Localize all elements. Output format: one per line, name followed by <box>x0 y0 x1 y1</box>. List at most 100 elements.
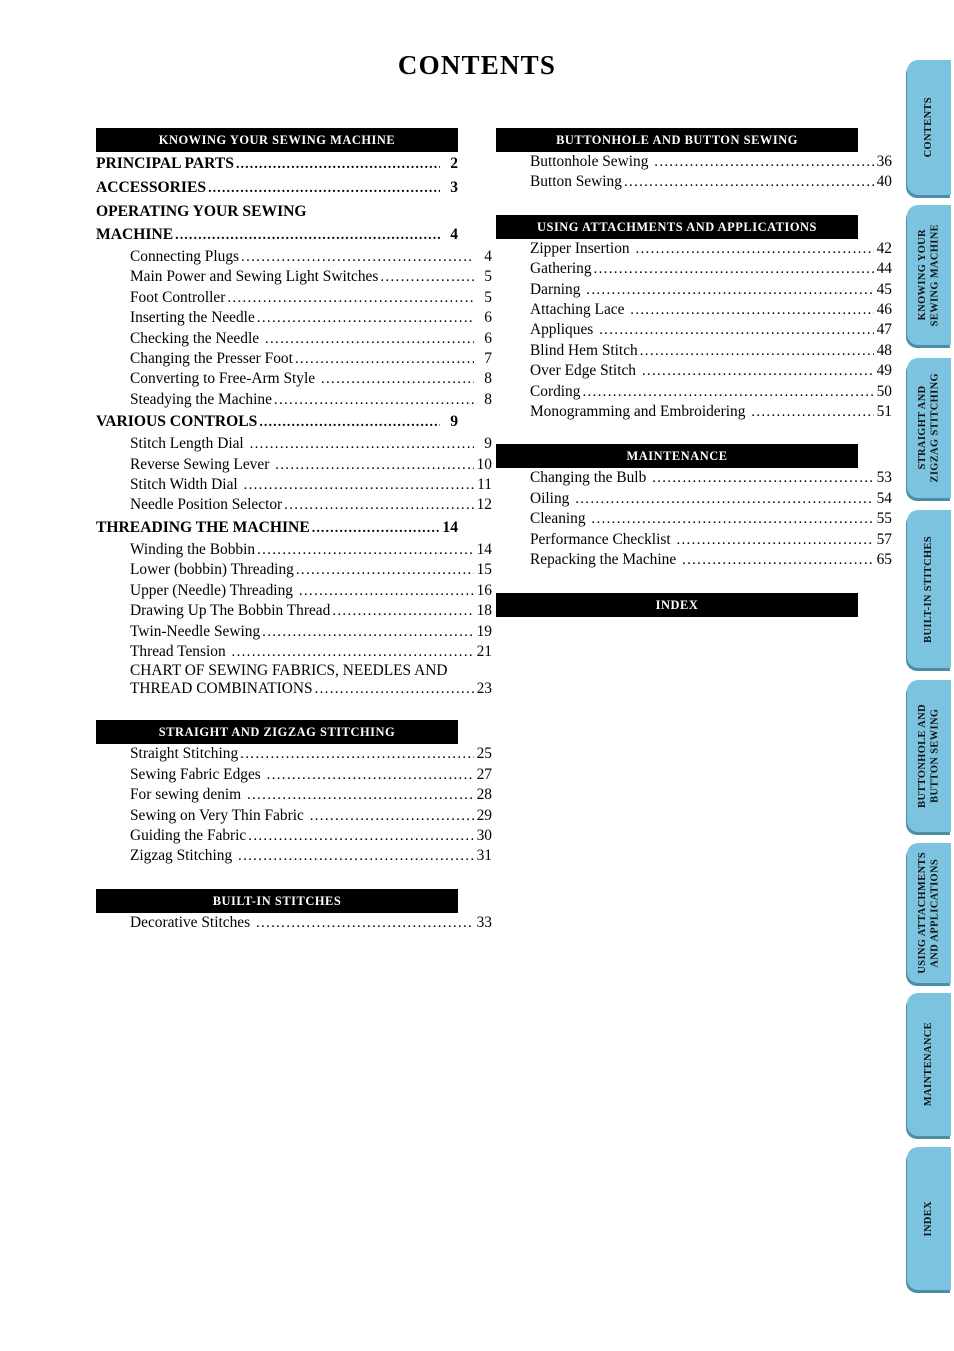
toc-entry-title: Darning <box>530 280 585 298</box>
toc-entry-title: THREADING THE MACHINE <box>96 518 310 536</box>
section-tab[interactable]: BUTTONHOLE AND BUTTON SEWING <box>907 680 951 832</box>
toc-entry[interactable]: Main Power and Sewing Light Switches....… <box>96 267 492 287</box>
leader-dots: ........................................… <box>676 531 874 548</box>
toc-entry-page-number: 4 <box>484 248 492 265</box>
toc-entry[interactable]: MACHINE.................................… <box>96 223 458 247</box>
leader-dots: ........................................… <box>240 746 474 763</box>
toc-entry[interactable]: Cleaning ...............................… <box>496 509 892 529</box>
toc-entry[interactable]: Zipper Insertion .......................… <box>496 239 892 259</box>
toc-entry[interactable]: Connecting Plugs........................… <box>96 247 492 267</box>
toc-entry[interactable]: Upper (Needle) Threading ...............… <box>96 581 492 601</box>
toc-entry-list: Straight Stitching......................… <box>96 744 492 866</box>
toc-entry[interactable]: For sewing denim .......................… <box>96 785 492 805</box>
toc-entry[interactable]: Button Sewing...........................… <box>496 172 892 192</box>
toc-entry-title: Checking the Needle <box>130 329 263 347</box>
leader-dots: ........................................… <box>175 228 440 243</box>
toc-entry-title: Appliques <box>530 321 598 339</box>
section-tab[interactable]: BUILT-IN STITCHES <box>907 510 951 668</box>
toc-entry[interactable]: Foot Controller.........................… <box>96 288 492 308</box>
toc-entry-title: Main Power and Sewing Light Switches <box>130 268 379 286</box>
leader-dots: ........................................… <box>273 391 474 408</box>
section-header-bar: BUILT-IN STITCHES <box>96 888 458 913</box>
toc-entry[interactable]: Performance Checklist ..................… <box>496 530 892 550</box>
toc-entry-title: Blind Hem Stitch <box>530 341 638 359</box>
toc-entry[interactable]: Over Edge Stitch .......................… <box>496 361 892 381</box>
section-tab[interactable]: CONTENTS <box>907 60 951 195</box>
toc-entry[interactable]: Winding the Bobbin......................… <box>96 540 492 560</box>
leader-dots: ........................................… <box>380 269 474 286</box>
toc-entry[interactable]: Sewing Fabric Edges ....................… <box>96 765 492 785</box>
toc-entry[interactable]: Appliques ..............................… <box>496 320 892 340</box>
leader-dots: ........................................… <box>241 249 474 265</box>
toc-entry[interactable]: Needle Position Selector................… <box>96 495 492 515</box>
toc-entry[interactable]: Guiding the Fabric......................… <box>96 826 492 846</box>
toc-entry[interactable]: Changing the Presser Foot...............… <box>96 349 492 369</box>
toc-entry[interactable]: Converting to Free-Arm Style ...........… <box>96 369 492 389</box>
toc-entry[interactable]: Thread Tension .........................… <box>96 642 492 662</box>
toc-entry[interactable]: Oiling .................................… <box>496 489 892 509</box>
toc-entry-title: Stitch Width Dial <box>130 476 242 494</box>
toc-entry[interactable]: ACCESSORIES.............................… <box>96 176 458 200</box>
toc-entry-page-number: 28 <box>476 786 492 804</box>
toc-entry[interactable]: Zigzag Stitching .......................… <box>96 846 492 866</box>
toc-entry[interactable]: Reverse Sewing Lever ...................… <box>96 455 492 475</box>
toc-entry-page-number: 14 <box>476 540 492 558</box>
toc-entry[interactable]: Decorative Stitches ....................… <box>96 913 492 933</box>
leader-dots: ........................................… <box>332 603 474 620</box>
toc-entry[interactable]: Gathering...............................… <box>496 259 892 279</box>
leader-dots: ........................................… <box>623 174 874 191</box>
toc-entry-list: Zipper Insertion .......................… <box>496 239 892 423</box>
toc-entry[interactable]: Blind Hem Stitch........................… <box>496 341 892 361</box>
toc-entry[interactable]: Darning ................................… <box>496 280 892 300</box>
toc-entry-page-number: 9 <box>450 413 458 431</box>
toc-entry-title: Converting to Free-Arm Style <box>130 370 319 388</box>
toc-entry[interactable]: THREADING THE MACHINE...................… <box>96 516 458 540</box>
toc-entry[interactable]: CHART OF SEWING FABRICS, NEEDLES AND....… <box>96 662 492 680</box>
leader-dots: ........................................… <box>309 807 474 824</box>
section-tab[interactable]: STRAIGHT AND ZIGZAG STITCHING <box>907 358 951 498</box>
toc-entry-title: Button Sewing <box>530 173 622 191</box>
toc-entry[interactable]: Stitch Width Dial ......................… <box>96 475 492 495</box>
toc-entry[interactable]: Changing the Bulb ......................… <box>496 468 892 488</box>
toc-entry-title: Reverse Sewing Lever <box>130 455 274 473</box>
toc-entry[interactable]: Steadying the Machine...................… <box>96 390 492 410</box>
toc-entry[interactable]: Sewing on Very Thin Fabric .............… <box>96 806 492 826</box>
section-header-bar: INDEX <box>496 592 858 617</box>
toc-entry[interactable]: Stitch Length Dial .....................… <box>96 434 492 454</box>
toc-entry-list: PRINCIPAL PARTS.........................… <box>96 152 492 698</box>
section-tab[interactable]: MAINTENANCE <box>907 993 951 1136</box>
toc-entry[interactable]: Twin-Needle Sewing......................… <box>96 622 492 642</box>
toc-entry-title: Zipper Insertion <box>530 239 634 257</box>
toc-entry[interactable]: Inserting the Needle....................… <box>96 308 492 328</box>
toc-entry[interactable]: Lower (bobbin) Threading................… <box>96 560 492 580</box>
leader-dots: ........................................… <box>630 302 874 319</box>
toc-entry[interactable]: Buttonhole Sewing ......................… <box>496 152 892 172</box>
toc-entry-title: VARIOUS CONTROLS <box>96 413 258 431</box>
toc-entry[interactable]: Drawing Up The Bobbin Thread............… <box>96 601 492 621</box>
toc-entry[interactable]: Repacking the Machine ..................… <box>496 550 892 570</box>
toc-entry[interactable]: VARIOUS CONTROLS........................… <box>96 410 458 434</box>
leader-dots: ........................................… <box>247 787 474 804</box>
toc-entry[interactable]: Monogramming and Embroidering ..........… <box>496 402 892 422</box>
leader-dots: ........................................… <box>599 322 874 339</box>
toc-entry[interactable]: Checking the Needle ....................… <box>96 329 492 349</box>
toc-entry[interactable]: PRINCIPAL PARTS.........................… <box>96 152 458 176</box>
toc-entry-page-number: 14 <box>442 518 458 536</box>
section-tab[interactable]: USING ATTACHMENTS AND APPLICATIONS <box>907 843 951 983</box>
toc-entry-page-number: 29 <box>476 806 492 824</box>
section-tab[interactable]: KNOWING YOUR SEWING MACHINE <box>907 205 951 345</box>
toc-entry[interactable]: Attaching Lace .........................… <box>496 300 892 320</box>
toc-entry[interactable]: Cording.................................… <box>496 382 892 402</box>
toc-entry[interactable]: THREAD COMBINATIONS.....................… <box>96 680 492 699</box>
toc-entry[interactable]: OPERATING YOUR SEWING...................… <box>96 200 458 223</box>
section-tab[interactable]: INDEX <box>907 1147 951 1290</box>
toc-entry-page-number: 44 <box>876 260 892 278</box>
toc-entry-page-number: 49 <box>876 362 892 380</box>
toc-entry-title: Sewing Fabric Edges <box>130 765 265 783</box>
toc-section: BUILT-IN STITCHES Decorative Stitches ...… <box>96 888 492 933</box>
toc-entry[interactable]: Straight Stitching......................… <box>96 744 492 764</box>
leader-dots: ........................................… <box>266 766 474 783</box>
toc-entry-title: Oiling <box>530 489 574 507</box>
toc-entry-title: Foot Controller <box>130 288 226 306</box>
